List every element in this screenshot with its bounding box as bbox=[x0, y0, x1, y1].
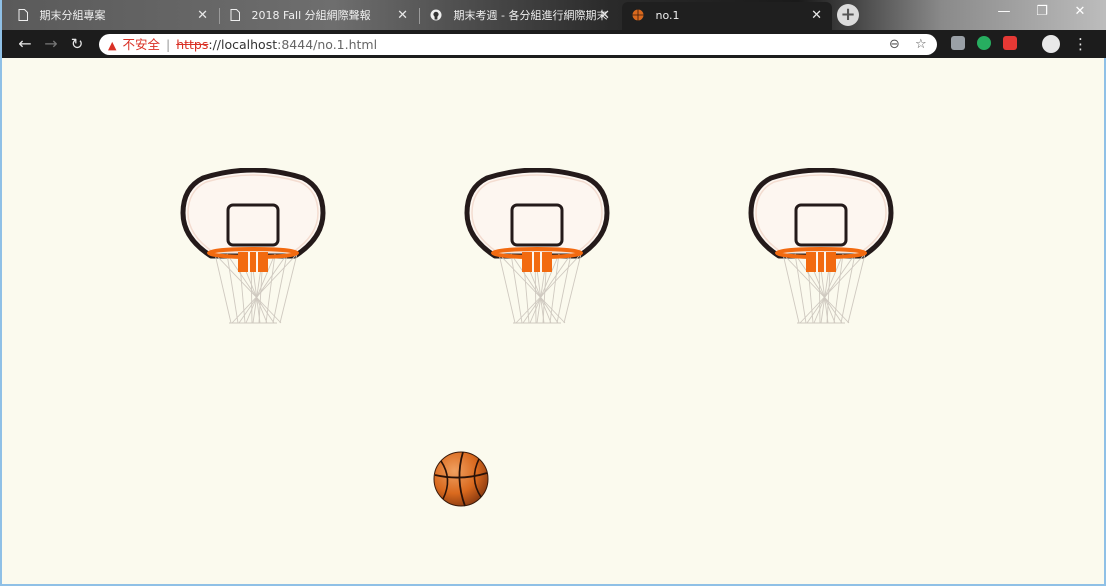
close-window-button[interactable]: ✕ bbox=[1062, 0, 1098, 26]
warning-icon[interactable]: ▲ bbox=[108, 39, 116, 52]
url-separator: | bbox=[165, 37, 171, 52]
new-tab-button[interactable]: + bbox=[837, 4, 859, 26]
close-icon[interactable]: ✕ bbox=[811, 2, 822, 30]
reload-button[interactable]: ↻ bbox=[66, 32, 88, 56]
tab-title: 2018 Fall 分組網際聲報 bbox=[251, 9, 371, 22]
browser-toolbar: ← → ↻ ▲ 不安全 | https://localhost:8444/no.1.h… bbox=[2, 30, 1106, 58]
hoop-center bbox=[464, 168, 610, 324]
tab-title: 期末分組專案 bbox=[39, 9, 106, 22]
tab-3[interactable]: 期末考週 - 各分組進行網際期末 ✕ bbox=[420, 2, 620, 30]
share-extension-icon[interactable] bbox=[977, 36, 991, 50]
rim-bracket-center bbox=[534, 252, 540, 272]
page-icon bbox=[230, 9, 240, 21]
tab-active-no1[interactable]: no.1 ✕ bbox=[622, 2, 832, 30]
url-path: :8444/no.1.html bbox=[277, 37, 378, 52]
close-icon[interactable]: ✕ bbox=[599, 2, 610, 30]
tab-title: 期末考週 - 各分組進行網際期末 bbox=[453, 9, 608, 22]
github-icon bbox=[430, 9, 442, 21]
url-protocol: https bbox=[176, 37, 209, 52]
security-label[interactable]: 不安全 bbox=[122, 37, 160, 52]
url-host: ://localhost bbox=[208, 37, 278, 52]
hoop-right bbox=[748, 168, 894, 324]
forward-button[interactable]: → bbox=[40, 32, 62, 56]
address-bar[interactable]: ▲ 不安全 | https://localhost:8444/no.1.html ⊖ … bbox=[99, 34, 937, 55]
rim-bracket-center bbox=[818, 252, 824, 272]
back-button[interactable]: ← bbox=[14, 32, 36, 56]
close-icon[interactable]: ✕ bbox=[197, 2, 208, 30]
basketball[interactable] bbox=[433, 451, 489, 507]
rim-bracket-center bbox=[250, 252, 256, 272]
game-canvas[interactable] bbox=[6, 58, 1100, 576]
menu-icon[interactable]: ⋮ bbox=[1073, 34, 1088, 54]
hoop-left bbox=[180, 168, 326, 324]
zoom-icon[interactable]: ⊖ bbox=[889, 34, 900, 55]
tab-2[interactable]: 2018 Fall 分組網際聲報 ✕ bbox=[220, 2, 418, 30]
close-icon[interactable]: ✕ bbox=[397, 2, 408, 30]
browser-window: 期末分組專案 ✕ 2018 Fall 分組網際聲報 ✕ 期末考週 - 各分組進行… bbox=[0, 0, 1106, 586]
basketball-favicon-icon bbox=[632, 9, 644, 21]
extension-icon[interactable] bbox=[951, 36, 965, 50]
maximize-button[interactable]: ❐ bbox=[1024, 0, 1060, 26]
tab-title: no.1 bbox=[655, 9, 680, 22]
minimize-button[interactable]: — bbox=[986, 0, 1022, 26]
tab-strip: 期末分組專案 ✕ 2018 Fall 分組網際聲報 ✕ 期末考週 - 各分組進行… bbox=[2, 0, 1106, 30]
page-icon bbox=[18, 9, 28, 21]
pocket-extension-icon[interactable] bbox=[1003, 36, 1017, 50]
profile-avatar[interactable] bbox=[1042, 35, 1060, 53]
tab-1[interactable]: 期末分組專案 ✕ bbox=[8, 2, 218, 30]
bookmark-star-icon[interactable]: ☆ bbox=[915, 34, 927, 55]
